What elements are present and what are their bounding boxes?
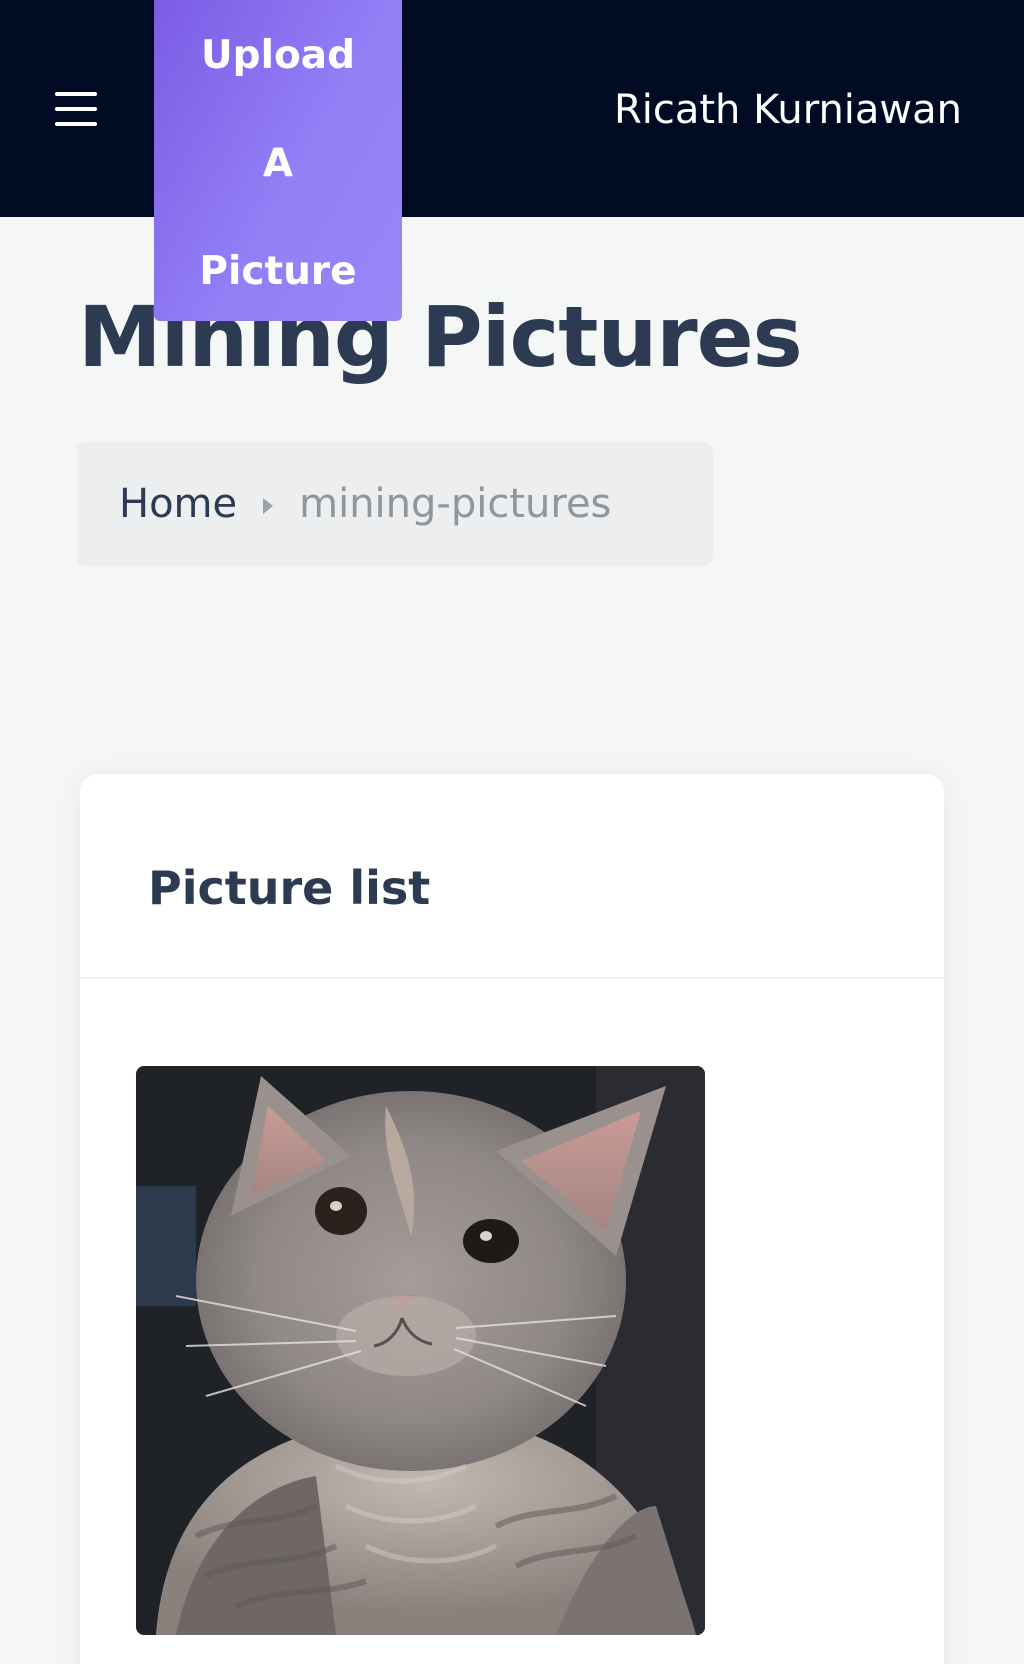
upload-picture-button[interactable]: Upload A Picture <box>154 0 402 321</box>
picture-thumbnail-cat[interactable] <box>136 1066 705 1635</box>
menu-bar-bottom <box>55 122 97 126</box>
cat-photo-icon <box>136 1066 705 1635</box>
breadcrumb-current: mining-pictures <box>299 481 612 527</box>
hamburger-menu-icon[interactable] <box>51 88 101 130</box>
menu-bar-middle <box>55 107 97 111</box>
card-title: Picture list <box>148 861 431 915</box>
menu-bar-top <box>55 92 97 96</box>
breadcrumb-home-link[interactable]: Home <box>119 481 237 527</box>
page: Ricath Kurniawan Upload A Picture Mining… <box>0 0 1024 1664</box>
picture-list-card: Picture list <box>80 774 944 1664</box>
card-header: Picture list <box>80 774 944 979</box>
user-name[interactable]: Ricath Kurniawan <box>614 84 962 136</box>
caret-right-icon <box>263 498 274 514</box>
breadcrumb: Home mining-pictures <box>77 442 713 566</box>
